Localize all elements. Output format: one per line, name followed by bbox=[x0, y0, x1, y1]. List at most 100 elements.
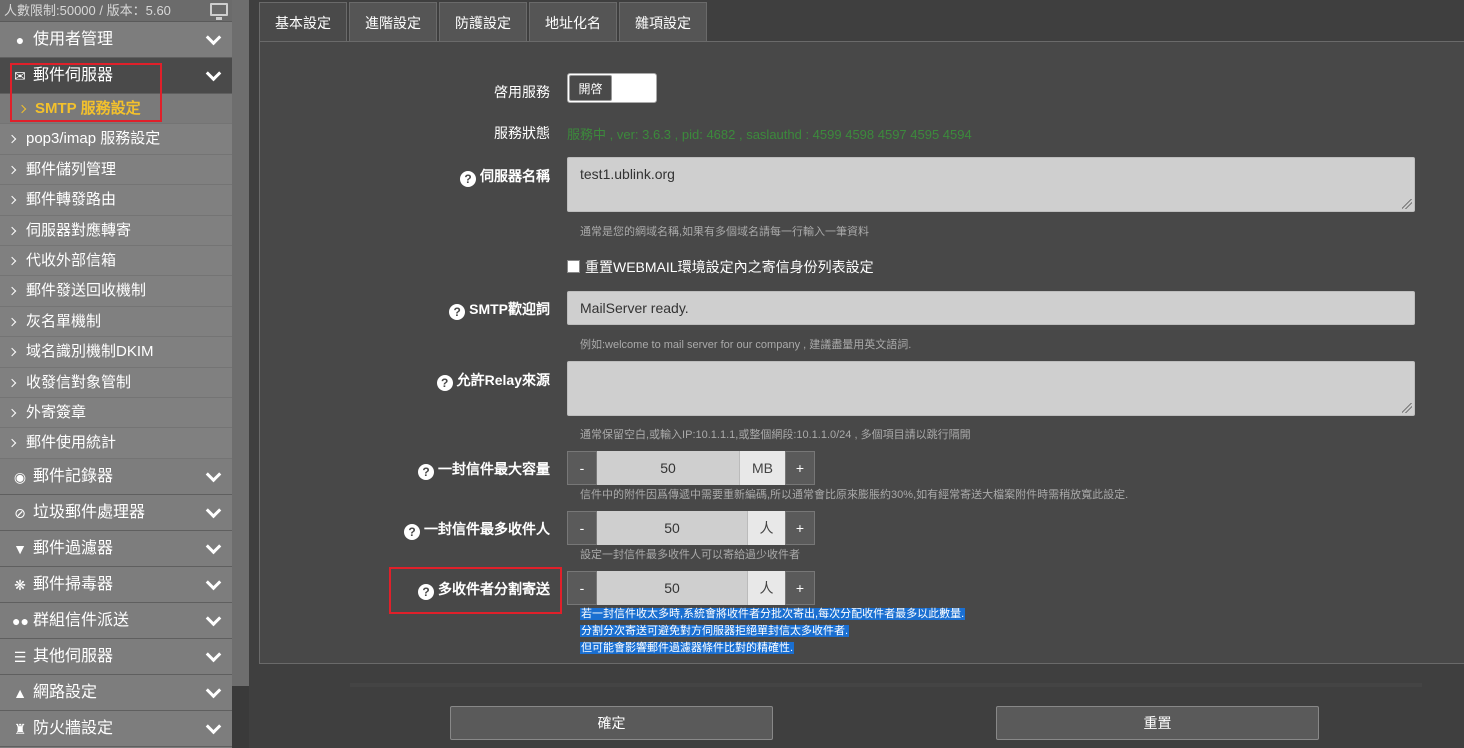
sidebar-section-group-dispatch[interactable]: ●● 群組信件派送 bbox=[0, 602, 232, 639]
server-name-hint: 通常是您的網域名稱,如果有多個域名請每一行輸入一筆資料 bbox=[580, 226, 870, 238]
help-icon[interactable]: ? bbox=[436, 375, 453, 391]
monitor-icon[interactable] bbox=[210, 3, 228, 20]
sidebar-section-users[interactable]: ● 使用者管理 bbox=[0, 22, 232, 58]
sidebar-item-label: pop3/imap 服務設定 bbox=[26, 130, 161, 148]
sidebar-item-recipient-control[interactable]: 收發信對象管制 bbox=[0, 367, 232, 398]
users-icon: ●● bbox=[12, 612, 29, 629]
chevron-right-icon bbox=[7, 378, 17, 387]
sitemap-icon: ▲ bbox=[13, 684, 27, 701]
enable-service-label: 啓用服務 bbox=[494, 84, 550, 100]
chevron-down-icon bbox=[206, 505, 220, 519]
sidebar-section-spam[interactable]: ⊘ 垃圾郵件處理器 bbox=[0, 494, 232, 531]
chevron-right-icon bbox=[7, 135, 17, 144]
chevron-down-icon bbox=[206, 721, 220, 735]
max-recipients-hint: 設定一封信件最多收件人可以寄給過少收件者 bbox=[580, 549, 800, 561]
sidebar-section-mail-logger[interactable]: ◉ 郵件記錄器 bbox=[0, 458, 232, 495]
server-name-label: ? 伺服器名稱 bbox=[460, 166, 550, 187]
chevron-down-icon bbox=[206, 685, 220, 699]
sidebar-item-dkim[interactable]: 域名識別機制DKIM bbox=[0, 337, 232, 368]
tab-protection[interactable]: 防護設定 bbox=[439, 2, 527, 42]
sidebar-item-recall[interactable]: 郵件發送回收機制 bbox=[0, 276, 232, 307]
help-icon[interactable]: ? bbox=[404, 524, 420, 540]
smtp-greeting-input[interactable]: MailServer ready. bbox=[567, 291, 1415, 325]
split-send-decrement-button[interactable]: - bbox=[567, 571, 597, 605]
sidebar-item-queue[interactable]: 郵件儲列管理 bbox=[0, 154, 232, 186]
max-size-decrement-button[interactable]: - bbox=[567, 451, 597, 485]
tab-basic[interactable]: 基本設定 bbox=[259, 2, 347, 42]
service-status-label: 服務狀態 bbox=[494, 125, 550, 141]
max-recipients-label: ? 一封信件最多收件人 bbox=[404, 519, 550, 540]
confirm-button[interactable]: 確定 bbox=[450, 706, 773, 740]
sidebar-section-label: 網路設定 bbox=[33, 683, 98, 701]
max-size-increment-button[interactable]: + bbox=[785, 451, 815, 485]
help-icon[interactable]: ? bbox=[418, 464, 434, 480]
sidebar-section-label: 其他伺服器 bbox=[33, 647, 114, 665]
relay-source-hint: 通常保留空白,或輸入IP:10.1.1.1,或整個網段:10.1.1.0/24 … bbox=[580, 429, 971, 441]
chevron-down-icon bbox=[206, 541, 220, 555]
chevron-down-icon bbox=[206, 32, 220, 46]
sidebar-item-greylist[interactable]: 灰名單機制 bbox=[0, 306, 232, 338]
label-text: SMTP歡迎詞 bbox=[469, 301, 550, 317]
chevron-right-icon bbox=[7, 317, 17, 326]
split-send-increment-button[interactable]: + bbox=[785, 571, 815, 605]
user-limit-bar: 人數限制:50000 / 版本：5.60 bbox=[0, 0, 232, 22]
help-icon[interactable]: ? bbox=[460, 171, 476, 187]
sidebar-item-label: 灰名單機制 bbox=[26, 312, 102, 330]
reset-webmail-checkbox-row[interactable]: 重置WEBMAIL環境設定內之寄信身份列表設定 bbox=[567, 257, 874, 277]
chevron-right-icon bbox=[7, 226, 17, 235]
sidebar-item-label: 域名識別機制DKIM bbox=[26, 343, 154, 361]
chevron-down-icon bbox=[206, 469, 220, 483]
highlight-box bbox=[10, 63, 162, 122]
user-icon: ● bbox=[15, 32, 25, 48]
split-send-hint-line-2: 分割分次寄送可避免對方伺服器拒絕單封信太多收件者. bbox=[580, 622, 850, 638]
toggle-on-label: 開啓 bbox=[569, 75, 612, 101]
sidebar-item-signature[interactable]: 外寄簽章 bbox=[0, 397, 232, 429]
sidebar-item-label: 伺服器對應轉寄 bbox=[26, 221, 132, 239]
chevron-right-icon bbox=[7, 287, 17, 296]
reset-webmail-checkbox[interactable] bbox=[567, 260, 580, 273]
relay-source-input[interactable] bbox=[567, 361, 1415, 416]
label-text: 一封信件最多收件人 bbox=[424, 521, 550, 537]
sidebar-item-pop3-imap[interactable]: pop3/imap 服務設定 bbox=[0, 124, 232, 155]
chevron-right-icon bbox=[7, 347, 17, 357]
sidebar-section-label: 郵件記錄器 bbox=[33, 467, 114, 485]
sidebar-item-label: 郵件儲列管理 bbox=[26, 160, 117, 178]
sidebar-item-routing[interactable]: 郵件轉發路由 bbox=[0, 185, 232, 216]
divider bbox=[350, 683, 1422, 687]
sidebar-item-statistics[interactable]: 郵件使用統計 bbox=[0, 428, 232, 459]
max-size-unit: MB bbox=[739, 451, 785, 485]
chevron-right-icon bbox=[7, 439, 17, 448]
sidebar-section-label: 垃圾郵件處理器 bbox=[33, 503, 146, 521]
sidebar-item-fetch-external[interactable]: 代收外部信箱 bbox=[0, 245, 232, 277]
chevron-down-icon bbox=[206, 613, 220, 627]
chevron-right-icon bbox=[7, 408, 17, 418]
max-size-input[interactable]: 50 bbox=[597, 451, 739, 485]
sidebar-scrollbar[interactable] bbox=[232, 0, 249, 686]
split-send-hint-line-3: 但可能會影響郵件過濾器條件比對的精確性. bbox=[580, 639, 795, 655]
max-recipients-increment-button[interactable]: + bbox=[785, 511, 815, 545]
server-name-input[interactable]: test1.ublink.org bbox=[567, 157, 1415, 212]
sidebar-section-antivirus[interactable]: ❋ 郵件掃毒器 bbox=[0, 566, 232, 603]
sidebar-section-filter[interactable]: ▼ 郵件過濾器 bbox=[0, 530, 232, 567]
max-recipients-input[interactable]: 50 bbox=[597, 511, 747, 545]
filter-icon: ▼ bbox=[13, 540, 27, 557]
relay-source-label: ? 允許Relay來源 bbox=[436, 370, 550, 391]
sidebar-item-server-forward[interactable]: 伺服器對應轉寄 bbox=[0, 215, 232, 246]
split-send-input[interactable]: 50 bbox=[597, 571, 747, 605]
sidebar-section-label: 郵件過濾器 bbox=[33, 539, 114, 557]
tab-alias[interactable]: 地址化名 bbox=[529, 2, 617, 42]
enable-service-toggle[interactable]: 開啓 bbox=[567, 73, 657, 103]
tab-advanced[interactable]: 進階設定 bbox=[349, 2, 437, 42]
smtp-greeting-label: ? SMTP歡迎詞 bbox=[449, 299, 550, 320]
tab-misc[interactable]: 雜項設定 bbox=[619, 2, 707, 42]
help-icon[interactable]: ? bbox=[449, 304, 466, 320]
max-recipients-decrement-button[interactable]: - bbox=[567, 511, 597, 545]
max-recipients-stepper: - 50 人 + bbox=[567, 511, 815, 545]
sidebar-section-label: 郵件掃毒器 bbox=[33, 575, 114, 593]
sidebar-section-other-servers[interactable]: ☰ 其他伺服器 bbox=[0, 638, 232, 675]
sidebar-section-network[interactable]: ▲ 網路設定 bbox=[0, 674, 232, 711]
reset-button[interactable]: 重置 bbox=[996, 706, 1319, 740]
sidebar-section-firewall[interactable]: ♜ 防火牆設定 bbox=[0, 710, 232, 747]
server-icon: ☰ bbox=[13, 648, 27, 665]
sidebar-item-label: 郵件轉發路由 bbox=[26, 191, 117, 209]
